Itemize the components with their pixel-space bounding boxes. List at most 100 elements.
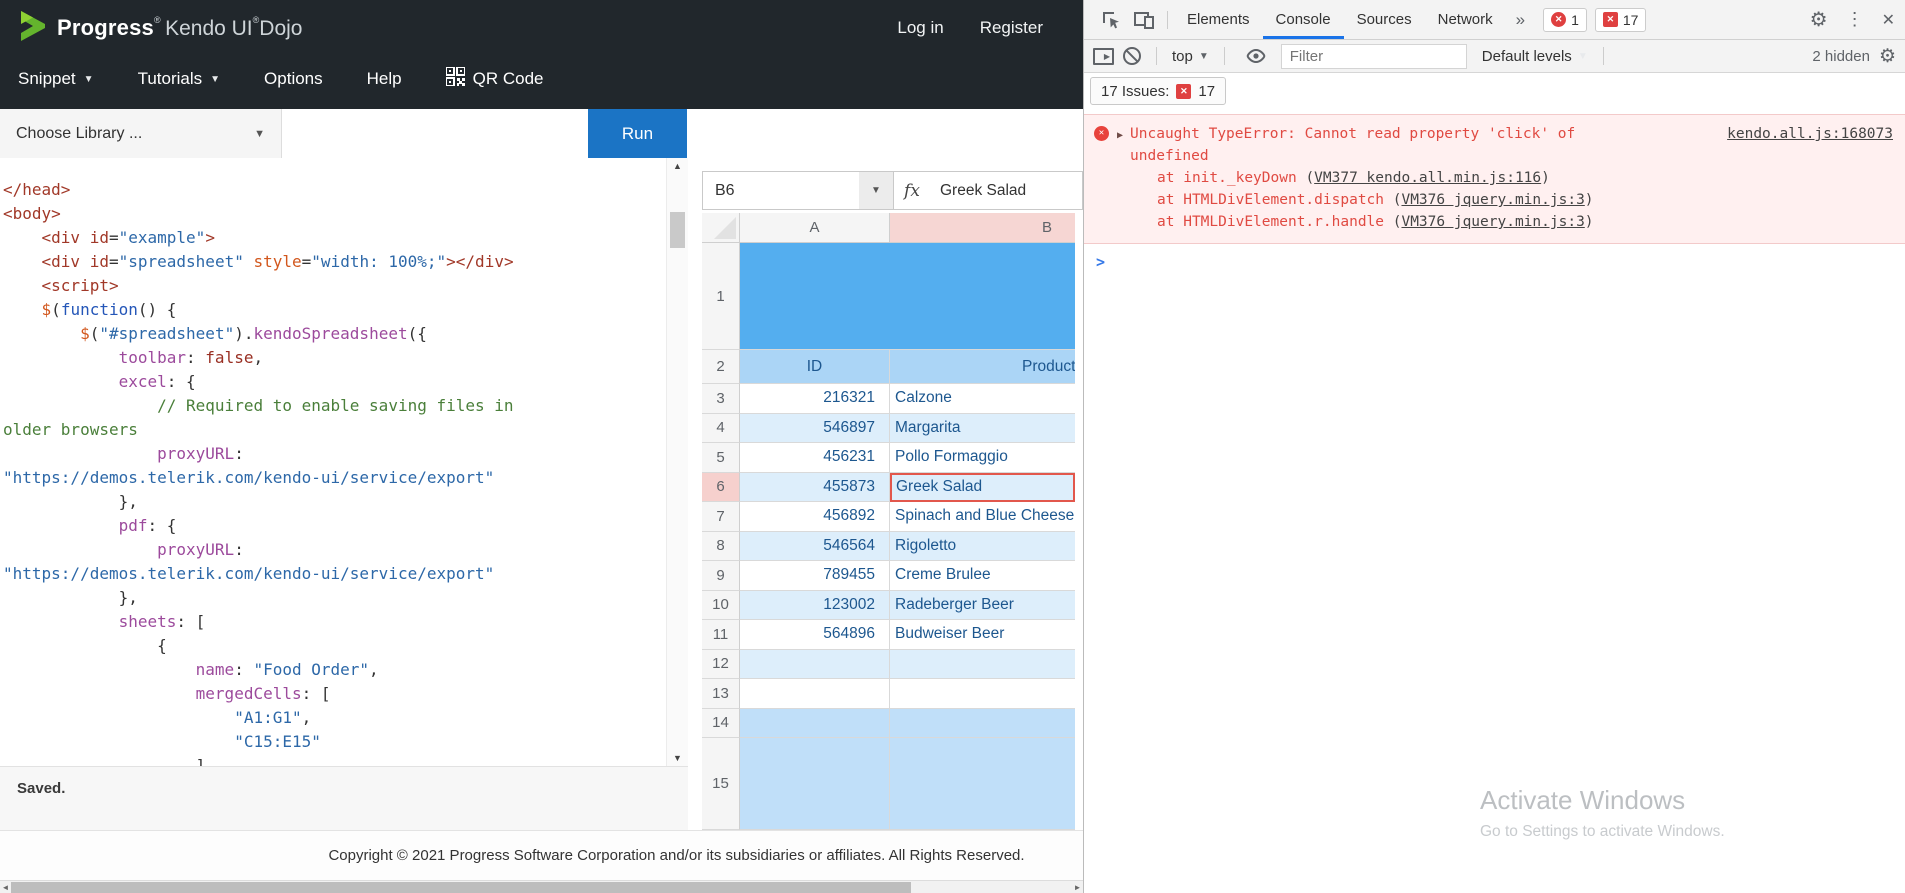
cell-b8[interactable]: Rigoletto <box>890 532 1075 562</box>
row-header-2[interactable]: 2 <box>702 350 740 384</box>
cell-a8[interactable]: 546564 <box>740 532 890 562</box>
code-editor[interactable]: </head><body> <div id="example"> <div id… <box>0 158 688 766</box>
row-header-9[interactable]: 9 <box>702 561 740 591</box>
cell-b5[interactable]: Pollo Formaggio <box>890 443 1075 473</box>
choose-library-dropdown[interactable]: Choose Library ... ▼ <box>0 109 282 158</box>
cell-a6[interactable]: 455873 <box>740 473 890 503</box>
column-header-b[interactable]: B <box>890 213 1075 243</box>
cell-b4[interactable]: Margarita <box>890 414 1075 444</box>
row-header-8[interactable]: 8 <box>702 532 740 562</box>
cell-b14[interactable] <box>890 709 1075 739</box>
clear-console-icon[interactable] <box>1123 47 1141 65</box>
error-source-link[interactable]: kendo.all.js:168073 <box>1727 123 1893 145</box>
cell-a5[interactable]: 456231 <box>740 443 890 473</box>
select-all-corner[interactable] <box>702 213 740 243</box>
tab-elements[interactable]: Elements <box>1174 0 1263 39</box>
formula-input[interactable]: Greek Salad <box>930 172 1082 209</box>
login-link[interactable]: Log in <box>897 18 943 38</box>
row-header-1[interactable]: 1 <box>702 243 740 350</box>
row-header-15[interactable]: 15 <box>702 738 740 830</box>
cell-b7[interactable]: Spinach and Blue Cheese <box>890 502 1075 532</box>
row-header-12[interactable]: 12 <box>702 650 740 680</box>
scroll-right-icon[interactable]: ► <box>1072 881 1083 893</box>
row-header-4[interactable]: 4 <box>702 414 740 444</box>
console-filter-input[interactable] <box>1281 44 1467 69</box>
cell-a10[interactable]: 123002 <box>740 591 890 621</box>
cell-a15[interactable] <box>740 738 890 830</box>
cell-b9[interactable]: Creme Brulee <box>890 561 1075 591</box>
cell-a11[interactable]: 564896 <box>740 620 890 650</box>
scrollbar-thumb[interactable] <box>11 882 911 893</box>
scrollbar-thumb[interactable] <box>670 212 685 248</box>
cell-b13[interactable] <box>890 679 1075 709</box>
cell-a9[interactable]: 789455 <box>740 561 890 591</box>
hidden-messages-label[interactable]: 2 hidden <box>1812 48 1870 65</box>
cell-b11[interactable]: Budweiser Beer <box>890 620 1075 650</box>
cell-a12[interactable] <box>740 650 890 680</box>
row-header-13[interactable]: 13 <box>702 679 740 709</box>
log-levels-dropdown[interactable]: Default levels ▼ <box>1482 48 1588 65</box>
live-expression-eye-icon[interactable] <box>1246 48 1266 64</box>
scroll-down-icon[interactable]: ▼ <box>667 753 688 763</box>
tab-sources[interactable]: Sources <box>1344 0 1425 39</box>
cell-b15[interactable] <box>890 738 1075 830</box>
code-content[interactable]: </head><body> <div id="example"> <div id… <box>0 158 688 766</box>
cell-a3[interactable]: 216321 <box>740 384 890 414</box>
inspect-element-icon[interactable] <box>1100 9 1121 30</box>
editor-vertical-scrollbar[interactable]: ▲ ▼ <box>666 158 688 766</box>
cell-a4[interactable]: 546897 <box>740 414 890 444</box>
scroll-left-icon[interactable]: ◄ <box>0 881 11 893</box>
tab-console[interactable]: Console <box>1263 0 1344 39</box>
console-error-entry[interactable]: ✕ ▶ kendo.all.js:168073 Uncaught TypeErr… <box>1084 114 1905 244</box>
stack-source-link[interactable]: VM376 jquery.min.js:3 <box>1401 214 1584 230</box>
expand-triangle-icon[interactable]: ▶ <box>1117 125 1123 233</box>
menu-item-qr-code[interactable]: QR Code <box>446 67 544 91</box>
row-header-11[interactable]: 11 <box>702 620 740 650</box>
name-box-dropdown[interactable]: ▼ <box>859 172 893 209</box>
cell-name-box[interactable]: B6 <box>703 172 859 209</box>
brand-logo[interactable]: Progress® Kendo UI®Dojo <box>18 9 302 48</box>
menu-item-snippet[interactable]: Snippet▼ <box>18 69 94 89</box>
close-icon[interactable]: ✕ <box>1882 10 1895 30</box>
console-log-area[interactable]: ✕ ▶ kendo.all.js:168073 Uncaught TypeErr… <box>1084 109 1905 893</box>
console-prompt-chevron[interactable]: > <box>1096 253 1905 271</box>
cell-a2[interactable]: ID <box>740 350 890 384</box>
stack-source-link[interactable]: VM376 jquery.min.js:3 <box>1401 192 1584 208</box>
row-header-7[interactable]: 7 <box>702 502 740 532</box>
column-header-a[interactable]: A <box>740 213 890 243</box>
settings-gear-icon[interactable]: ⚙ <box>1810 7 1828 32</box>
device-toolbar-icon[interactable] <box>1133 10 1155 30</box>
code-line: mergedCells: [ <box>3 682 662 706</box>
console-sidebar-icon[interactable]: ▶ <box>1093 48 1114 65</box>
horizontal-scrollbar[interactable]: ◄ ► <box>0 880 1083 893</box>
console-settings-gear-icon[interactable]: ⚙ <box>1879 45 1896 68</box>
tab-network[interactable]: Network <box>1425 0 1506 39</box>
row-header-14[interactable]: 14 <box>702 709 740 739</box>
row-header-6[interactable]: 6 <box>702 473 740 503</box>
menu-item-tutorials[interactable]: Tutorials▼ <box>138 69 220 89</box>
menu-item-help[interactable]: Help <box>367 69 402 89</box>
cell-b12[interactable] <box>890 650 1075 680</box>
cell-a13[interactable] <box>740 679 890 709</box>
cell-b2[interactable]: Product <box>890 350 1075 384</box>
more-tabs-icon[interactable]: » <box>1516 10 1525 30</box>
kebab-menu-icon[interactable]: ⋮ <box>1846 9 1864 30</box>
row-header-10[interactable]: 10 <box>702 591 740 621</box>
row-header-5[interactable]: 5 <box>702 443 740 473</box>
cell-b10[interactable]: Radeberger Beer <box>890 591 1075 621</box>
cell-b6[interactable]: Greek Salad <box>890 473 1075 503</box>
cell-a7[interactable]: 456892 <box>740 502 890 532</box>
stack-source-link[interactable]: VM377 kendo.all.min.js:116 <box>1314 170 1541 186</box>
cell-b3[interactable]: Calzone <box>890 384 1075 414</box>
run-button[interactable]: Run <box>588 109 687 158</box>
menu-item-options[interactable]: Options <box>264 69 323 89</box>
merged-cell-a1-g1[interactable] <box>740 243 1075 350</box>
console-error-badge[interactable]: ✕ 1 <box>1543 8 1587 32</box>
row-header-3[interactable]: 3 <box>702 384 740 414</box>
context-selector[interactable]: top ▼ <box>1172 48 1209 65</box>
cell-a14[interactable] <box>740 709 890 739</box>
scroll-up-icon[interactable]: ▲ <box>667 161 688 171</box>
issues-counter-button[interactable]: 17 Issues: ✕ 17 <box>1090 77 1226 105</box>
issues-badge[interactable]: ✕ 17 <box>1595 8 1647 32</box>
register-link[interactable]: Register <box>980 18 1043 38</box>
